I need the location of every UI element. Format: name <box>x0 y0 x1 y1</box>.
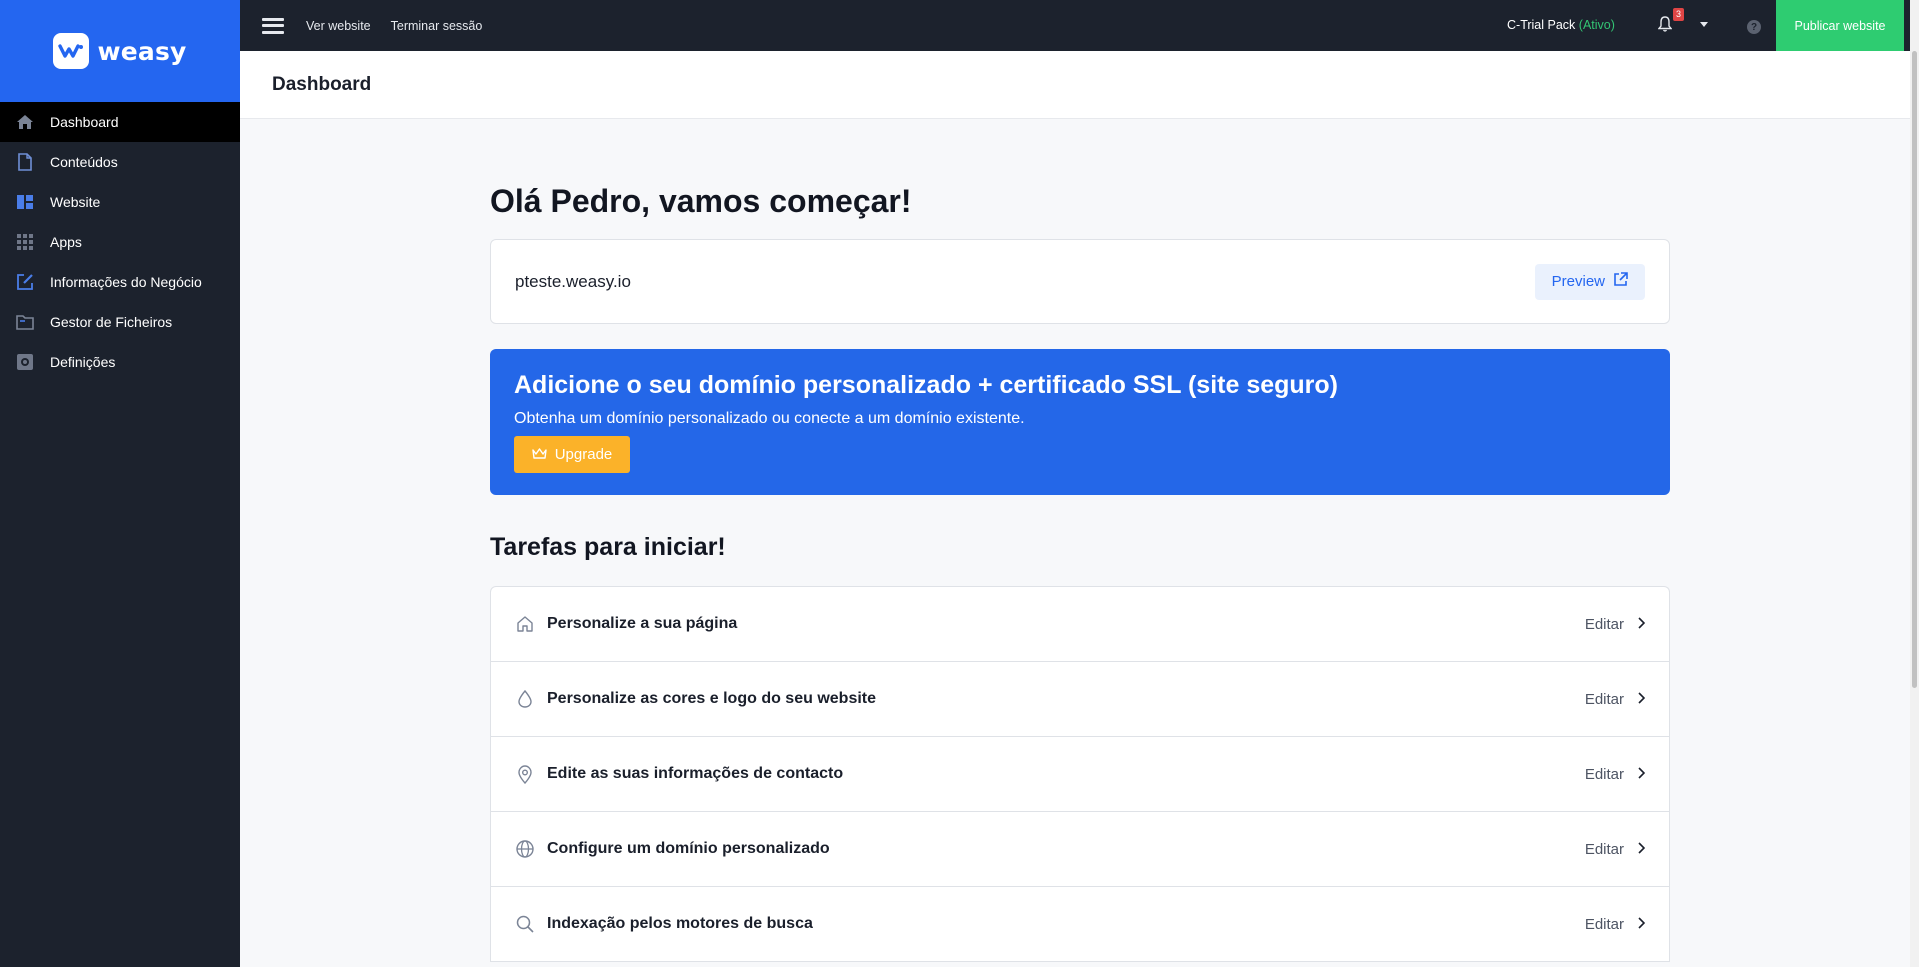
droplet-icon <box>515 689 535 709</box>
task-row-colors-logo[interactable]: Personalize as cores e logo do seu websi… <box>491 662 1669 737</box>
custom-domain-banner: Adicione o seu domínio personalizado + c… <box>490 349 1670 495</box>
sidebar-item-label: Website <box>50 194 101 210</box>
chevron-right-icon <box>1638 691 1646 708</box>
edit-link[interactable]: Editar <box>1585 616 1624 633</box>
grid-icon <box>16 233 34 251</box>
edit-link[interactable]: Editar <box>1585 766 1624 783</box>
page-header: Dashboard <box>240 51 1910 119</box>
upgrade-button-label: Upgrade <box>554 446 613 463</box>
home-outline-icon <box>515 614 535 634</box>
sidebar-item-conteudos[interactable]: Conteúdos <box>0 142 240 182</box>
main-content: Olá Pedro, vamos começar! pteste.weasy.i… <box>490 119 1670 962</box>
view-website-link[interactable]: Ver website <box>306 19 371 33</box>
task-row-contact-info[interactable]: Edite as suas informações de contacto Ed… <box>491 737 1669 812</box>
plan-indicator[interactable]: C-Trial Pack (Ativo) <box>1507 18 1615 32</box>
sidebar-item-label: Informações do Negócio <box>50 274 202 290</box>
notifications-bell-icon[interactable] <box>1657 16 1673 37</box>
preview-button[interactable]: Preview <box>1534 263 1645 300</box>
search-icon <box>515 914 535 934</box>
logout-link[interactable]: Terminar sessão <box>391 19 483 33</box>
task-label: Edite as suas informações de contacto <box>547 765 844 782</box>
site-url: pteste.weasy.io <box>515 271 631 291</box>
sidebar-item-label: Gestor de Ficheiros <box>50 314 173 330</box>
sidebar-item-label: Apps <box>50 234 82 250</box>
sidebar-item-website[interactable]: Website <box>0 182 240 222</box>
banner-title: Adicione o seu domínio personalizado + c… <box>514 371 1338 399</box>
banner-subtitle: Obtenha um domínio personalizado ou cone… <box>514 410 1025 427</box>
greeting-heading: Olá Pedro, vamos começar! <box>490 183 912 219</box>
edit-link[interactable]: Editar <box>1585 916 1624 933</box>
sidebar-nav: Dashboard Conteúdos Website Apps Informa… <box>0 102 240 382</box>
edit-link[interactable]: Editar <box>1585 841 1624 858</box>
preview-button-label: Preview <box>1551 273 1605 290</box>
brand-name: weasy <box>97 36 187 66</box>
chevron-right-icon <box>1638 766 1646 783</box>
site-url-card: pteste.weasy.io Preview <box>490 239 1670 324</box>
sidebar-item-apps[interactable]: Apps <box>0 222 240 262</box>
plan-status: (Ativo) <box>1578 18 1615 32</box>
sidebar-item-informacoes-negocio[interactable]: Informações do Negócio <box>0 262 240 302</box>
task-label: Indexação pelos motores de busca <box>547 915 813 932</box>
task-label: Personalize a sua página <box>547 615 738 632</box>
task-row-custom-domain[interactable]: Configure um domínio personalizado Edita… <box>491 812 1669 887</box>
task-label: Personalize as cores e logo do seu websi… <box>547 690 877 707</box>
edit-icon <box>16 273 34 291</box>
sidebar-item-gestor-ficheiros[interactable]: Gestor de Ficheiros <box>0 302 240 342</box>
publish-website-button[interactable]: Publicar website <box>1776 0 1904 51</box>
layout-icon <box>16 193 34 211</box>
sidebar-item-label: Conteúdos <box>50 154 118 170</box>
map-pin-icon <box>515 764 535 784</box>
task-row-search-indexing[interactable]: Indexação pelos motores de busca Editar <box>491 887 1669 962</box>
folder-icon <box>16 313 34 331</box>
sidebar-item-label: Dashboard <box>50 114 119 130</box>
home-icon <box>16 113 34 131</box>
settings-icon <box>16 353 34 371</box>
sidebar-item-label: Definições <box>50 354 116 370</box>
edit-link[interactable]: Editar <box>1585 691 1624 708</box>
chevron-right-icon <box>1638 916 1646 933</box>
sidebar-item-definicoes[interactable]: Definições <box>0 342 240 382</box>
chevron-right-icon <box>1638 616 1646 633</box>
upgrade-button[interactable]: Upgrade <box>514 436 630 473</box>
sidebar-item-dashboard[interactable]: Dashboard <box>0 102 240 142</box>
task-row-personalize-page[interactable]: Personalize a sua página Editar <box>491 587 1669 662</box>
scrollbar-thumb[interactable] <box>1912 51 1917 688</box>
weasy-logo-icon <box>53 33 90 69</box>
document-icon <box>16 153 34 171</box>
top-bar: Ver website Terminar sessão C-Trial Pack… <box>240 0 1919 51</box>
globe-icon <box>515 839 535 859</box>
plan-name: C-Trial Pack <box>1507 18 1576 32</box>
external-link-icon <box>1613 272 1628 291</box>
brand-logo[interactable]: weasy <box>0 0 240 102</box>
menu-toggle-icon[interactable] <box>262 17 284 34</box>
crown-icon <box>532 446 547 463</box>
page-title: Dashboard <box>272 73 372 95</box>
sidebar: weasy Dashboard Conteúdos Website Apps I… <box>0 0 240 967</box>
task-list: Personalize a sua página Editar Personal… <box>490 586 1670 962</box>
notification-count-badge: 3 <box>1673 8 1685 21</box>
user-dropdown-caret-icon[interactable] <box>1700 22 1708 27</box>
help-icon[interactable]: ? <box>1747 20 1761 34</box>
tasks-heading: Tarefas para iniciar! <box>490 533 726 561</box>
chevron-right-icon <box>1638 841 1646 858</box>
task-label: Configure um domínio personalizado <box>547 840 830 857</box>
